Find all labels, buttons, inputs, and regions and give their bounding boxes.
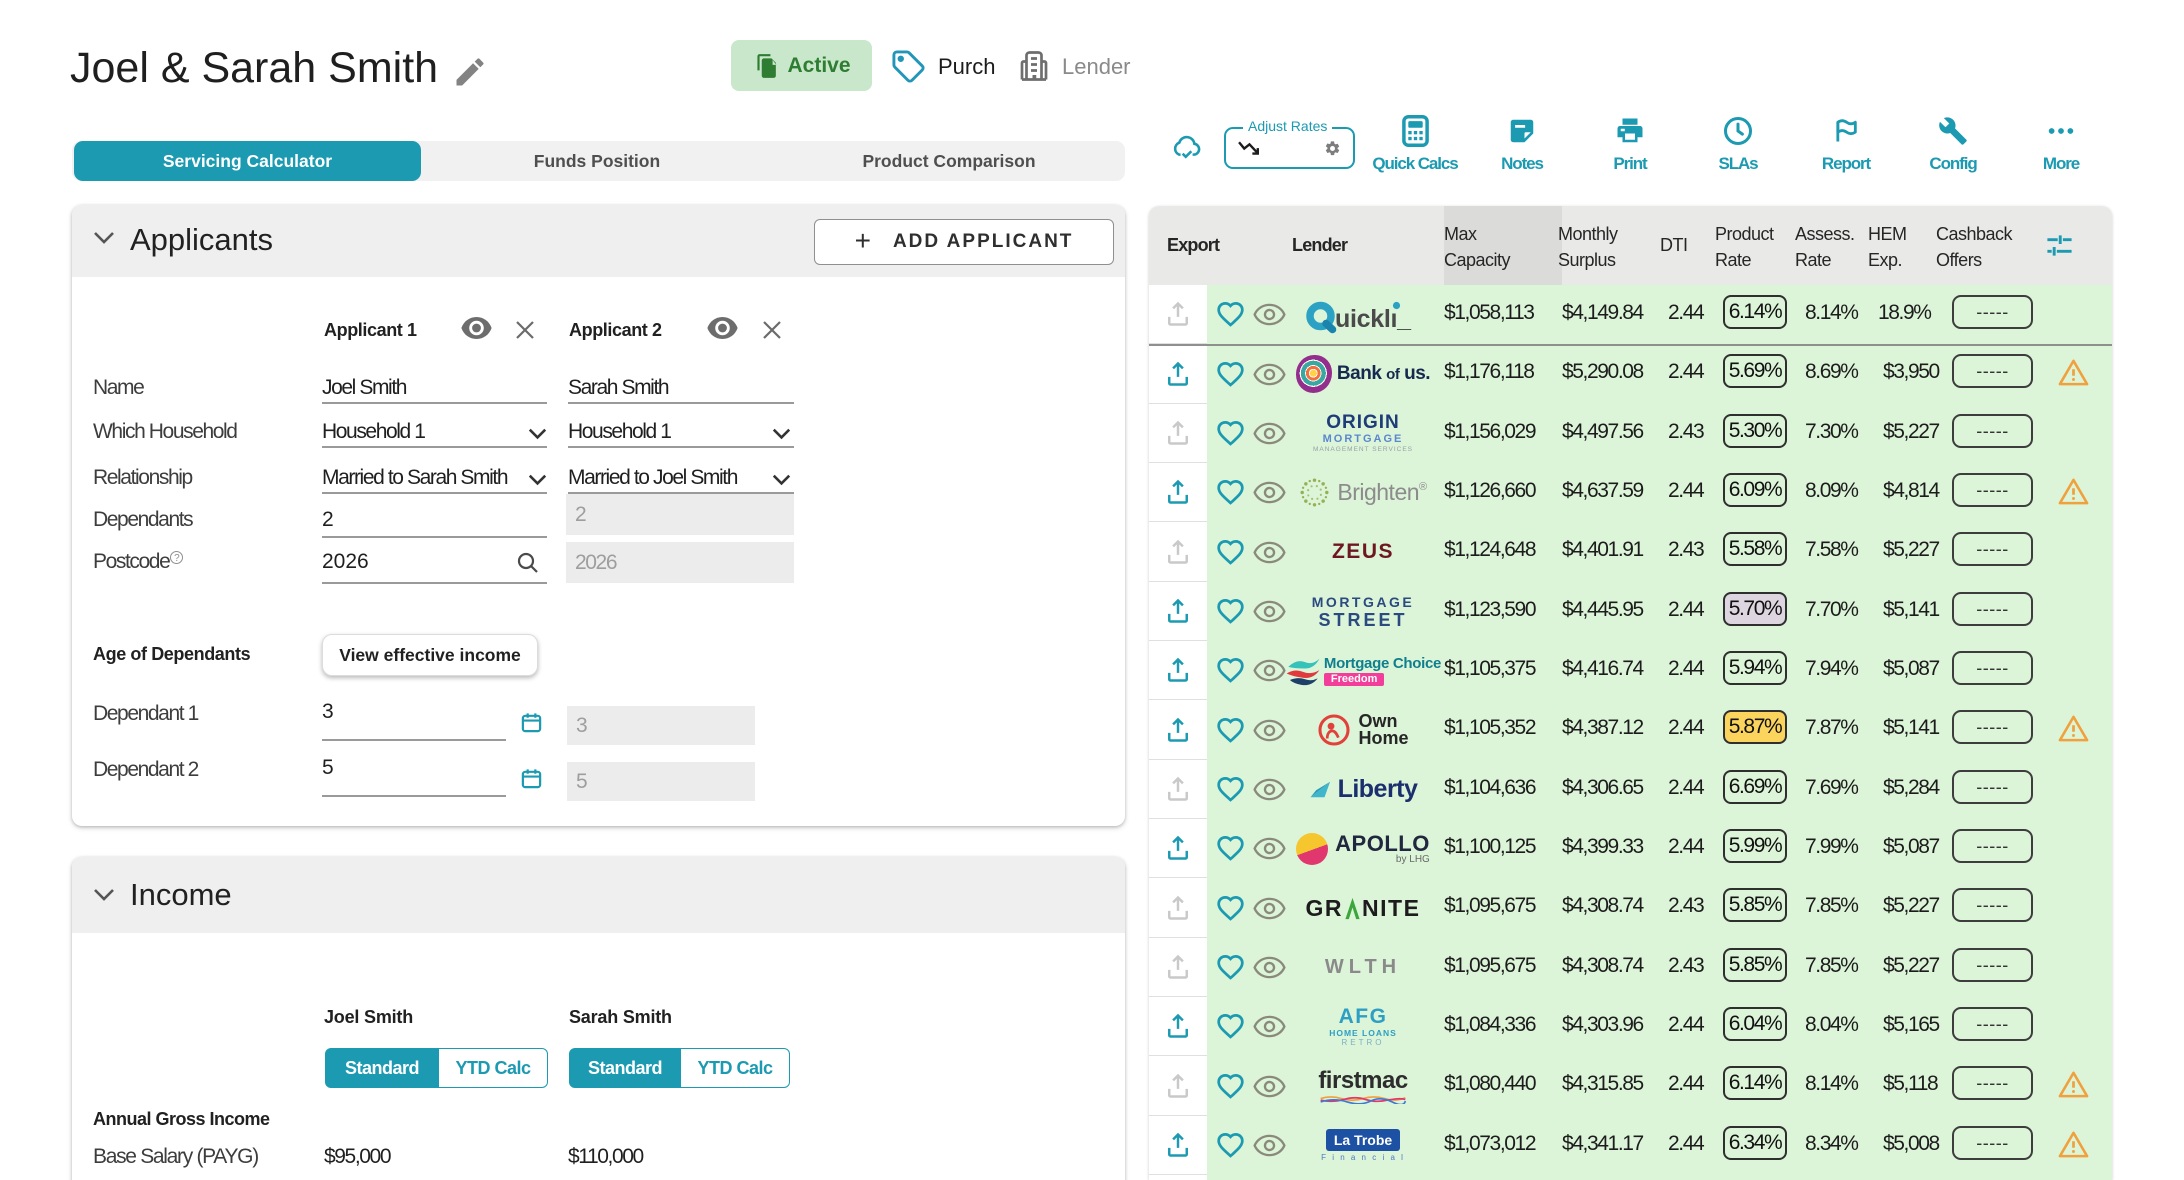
svg-text:uicklı_: uicklı_	[1335, 305, 1412, 333]
